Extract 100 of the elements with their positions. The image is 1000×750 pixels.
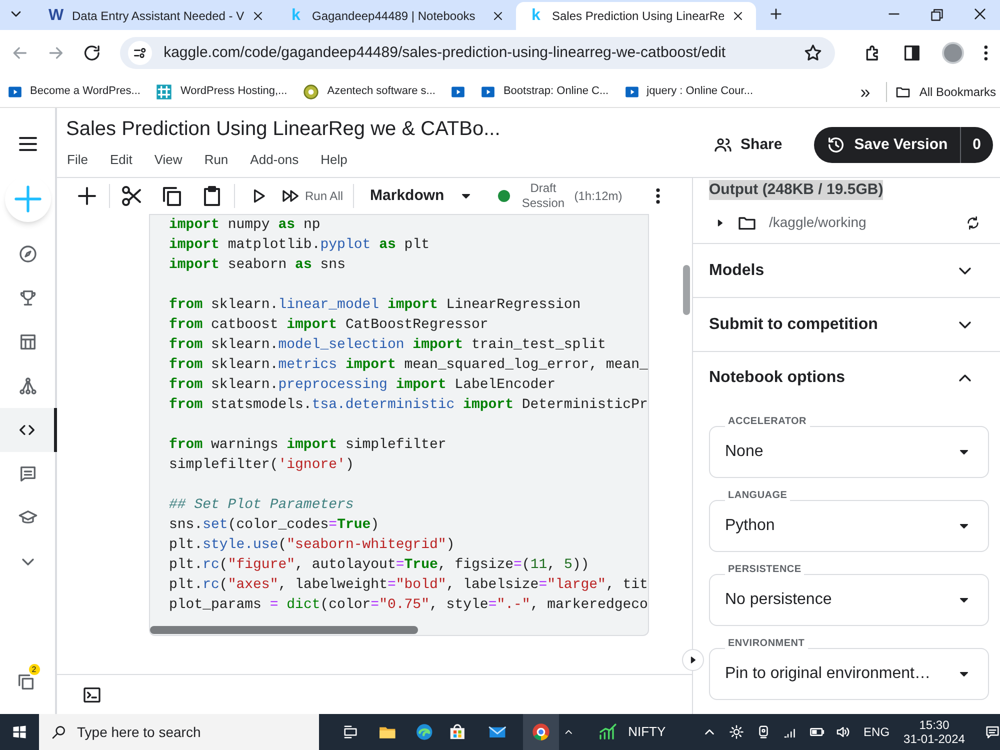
video-icon (481, 84, 496, 98)
notebook-title: Sales Prediction Using LinearReg we & CATBo... (66, 117, 502, 142)
field-label: LANGUAGE (725, 490, 790, 501)
bookmark[interactable]: Become a WordPres... (4, 83, 144, 100)
code-line: plt.style.use("seaborn-whitegrid") (169, 536, 456, 555)
code-line: from sklearn.linear_model import LinearRegression (169, 296, 582, 315)
close-icon[interactable] (492, 10, 504, 22)
tree-diagram-icon (18, 376, 38, 396)
cell-type-dropdown[interactable]: Markdown (370, 184, 472, 208)
menu-item[interactable]: Help (320, 150, 348, 170)
field-label: PERSISTENCE (725, 564, 804, 575)
caret-right-icon[interactable] (715, 218, 725, 228)
menu-item[interactable]: Run (204, 150, 228, 170)
close-icon[interactable] (252, 10, 264, 22)
copy-icon[interactable] (160, 184, 184, 208)
field-label: ACCELERATOR (725, 416, 810, 427)
bookmark-star-icon[interactable] (802, 43, 823, 63)
dropdown-field[interactable]: Python (709, 500, 989, 552)
code-line: sns.set(color_codes=True) (169, 516, 380, 535)
add-icon[interactable] (75, 184, 99, 208)
dropdown-field[interactable]: None (709, 426, 989, 478)
code-line: simplefilter('ignore') (169, 456, 355, 475)
vertical-scrollbar[interactable] (683, 265, 690, 315)
code-line: plot_params = dict(color="0.75", style=".-", markeredgeco (169, 596, 648, 615)
field-label: ENVIRONMENT (725, 638, 808, 649)
address-bar[interactable]: kaggle.com/code/gagandeep44489/sales-prediction-using-linearreg-we-catboost/edit (120, 37, 835, 69)
browser-icon[interactable] (414, 722, 434, 742)
new-tab-icon[interactable] (768, 6, 784, 22)
windows-logo-icon[interactable] (12, 724, 28, 740)
notification-icon[interactable] (984, 724, 1000, 740)
all-bookmarks-button[interactable]: All Bookmarks (895, 82, 1000, 100)
code-line: from sklearn.model_selection import train_test_split (169, 336, 607, 355)
session-label: Draft Session (520, 181, 566, 211)
session-time: (1h:12m) (574, 188, 622, 205)
brightness-icon[interactable] (728, 724, 744, 740)
menu-item[interactable]: File (67, 150, 88, 170)
close-icon[interactable] (732, 10, 744, 22)
tab-title: Gagandeep44489 | Notebooks (312, 8, 476, 25)
comment-icon (18, 464, 38, 484)
avatar[interactable] (942, 42, 964, 64)
code-cell[interactable] (149, 214, 649, 636)
history-icon (826, 135, 846, 155)
bookmark[interactable]: WordPress Hosting,... (152, 83, 292, 100)
bookmark[interactable]: Azentech software s... (299, 83, 440, 100)
favicon: W (48, 6, 64, 26)
clock[interactable]: 15:30 31-01-2024 (904, 718, 965, 746)
browser-icon (531, 722, 551, 742)
task-view-icon[interactable] (343, 724, 358, 740)
table-icon (18, 332, 38, 352)
menu-item[interactable]: Add-ons (250, 150, 299, 170)
restore-icon[interactable] (930, 8, 944, 22)
stacked-squares-icon (16, 672, 36, 692)
share-button[interactable]: Share (704, 127, 790, 163)
search-field[interactable]: Type here to search (39, 714, 320, 750)
refresh-icon[interactable] (965, 214, 981, 230)
bookmark[interactable]: jquery : Online Cour... (620, 83, 758, 100)
favicon: k (530, 6, 542, 26)
code-line: from sklearn.metrics import mean_squared_log_error, mean_ (169, 356, 648, 375)
video-icon (624, 84, 639, 98)
section-header[interactable]: Submit to competition (693, 298, 1000, 352)
side-panel-icon[interactable] (902, 43, 922, 63)
badge-count: 2 (28, 664, 40, 675)
section-header[interactable]: Notebook options (693, 352, 1000, 404)
browser-tab[interactable]: k Sales Prediction Using LinearRe (516, 2, 756, 30)
output-heading: Output (248KB / 19.5GB) (709, 180, 884, 200)
browser-tab[interactable]: W Data Entry Assistant Needed - V (36, 2, 276, 30)
browser-taskbar-button[interactable] (523, 714, 559, 750)
close-icon[interactable] (972, 6, 988, 22)
menu-item[interactable]: View (154, 150, 182, 170)
round-logo-icon (303, 84, 320, 100)
code-line: ## Set Plot Parameters (169, 496, 355, 515)
site-settings-icon (128, 41, 152, 65)
more-bookmarks-button[interactable]: » (860, 82, 870, 100)
run-all-button[interactable]: Run All (281, 186, 344, 206)
folder-path[interactable]: /kaggle/working (769, 212, 953, 233)
dropdown-field[interactable]: No persistence (709, 574, 989, 626)
code-line: plt.rc("axes", labelweight="bold", labelsize="large", tit (169, 576, 648, 595)
video-icon (8, 84, 22, 98)
grid-logo-icon (156, 84, 172, 100)
code-line: import numpy as np (169, 216, 322, 235)
cut-icon[interactable] (120, 184, 144, 208)
code-line: from warnings import simplefilter (169, 436, 448, 455)
save-version-button[interactable]: Save Version (814, 127, 960, 163)
code-line: import matplotlib.pyplot as plt (169, 236, 430, 255)
speaker-icon[interactable] (834, 724, 850, 740)
browser-tab[interactable]: k Gagandeep44489 | Notebooks (276, 2, 516, 30)
favicon: k (290, 6, 302, 26)
stock-widget[interactable]: NIFTY (596, 722, 666, 742)
collapse-panel-button[interactable] (682, 649, 704, 671)
language-indicator[interactable]: ENG (864, 723, 890, 741)
reload-icon[interactable] (82, 43, 102, 63)
bookmark[interactable]: Bootstrap: Online C... (477, 83, 613, 100)
section-header[interactable]: Models (693, 244, 1000, 298)
code-line: plt.rc("figure", autolayout=True, figsize=(11, 5)) (169, 556, 590, 575)
menu-item[interactable]: Edit (110, 150, 132, 170)
store-bag-icon[interactable] (448, 722, 466, 742)
dropdown-field[interactable]: Pin to original environment… (709, 648, 989, 700)
terminal-icon[interactable] (82, 684, 102, 704)
nav-item[interactable] (0, 408, 57, 452)
horizontal-scrollbar[interactable] (150, 626, 418, 634)
